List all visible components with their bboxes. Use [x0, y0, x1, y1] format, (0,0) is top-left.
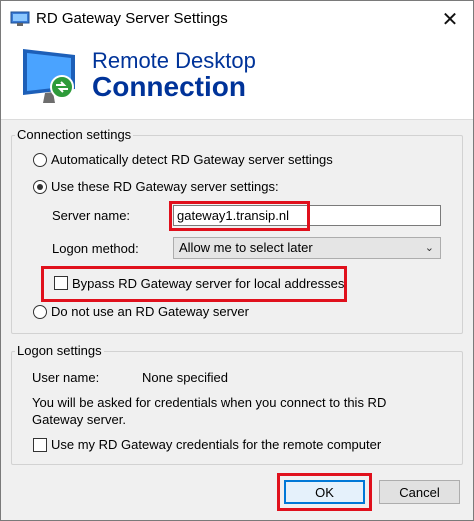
server-name-label: Server name:: [52, 208, 131, 223]
remote-desktop-logo-icon: [23, 49, 75, 103]
use-these-settings-radio[interactable]: [33, 180, 47, 194]
connection-settings-legend: Connection settings: [15, 127, 134, 142]
remote-desktop-app-icon: [10, 11, 30, 26]
close-button[interactable]: ✕: [427, 1, 473, 38]
banner-title-line2: Connection: [92, 71, 246, 102]
ok-button-highlight: [277, 473, 372, 511]
use-credentials-checkbox[interactable]: [33, 438, 47, 452]
close-icon: ✕: [441, 9, 459, 31]
logon-method-label: Logon method:: [52, 241, 139, 256]
logon-method-value: Allow me to select later: [179, 240, 313, 255]
auto-detect-label[interactable]: Automatically detect RD Gateway server s…: [51, 152, 333, 167]
chevron-down-icon: ⌄: [424, 242, 434, 254]
bypass-highlight: [41, 266, 347, 302]
cancel-button[interactable]: Cancel: [379, 480, 460, 504]
use-credentials-label[interactable]: Use my RD Gateway credentials for the re…: [51, 437, 381, 452]
cancel-button-label: Cancel: [399, 484, 440, 500]
credentials-info-line1: You will be asked for credentials when y…: [32, 395, 387, 410]
user-name-value: None specified: [142, 370, 228, 385]
window-title: RD Gateway Server Settings: [36, 10, 228, 27]
auto-detect-radio[interactable]: [33, 153, 47, 167]
dialog-window: RD Gateway Server Settings ✕ Remote Desk…: [0, 0, 474, 521]
server-name-highlight: [169, 201, 310, 231]
do-not-use-radio[interactable]: [33, 305, 47, 319]
credentials-info-line2: Gateway server.: [32, 412, 126, 427]
use-these-settings-label[interactable]: Use these RD Gateway server settings:: [51, 179, 279, 194]
do-not-use-label[interactable]: Do not use an RD Gateway server: [51, 304, 249, 319]
logon-settings-legend: Logon settings: [15, 343, 104, 358]
logon-method-select[interactable]: Allow me to select later ⌄: [173, 237, 441, 259]
title-bar: RD Gateway Server Settings ✕: [1, 1, 473, 38]
banner: Remote Desktop Connection: [1, 38, 473, 120]
user-name-label: User name:: [32, 370, 100, 385]
